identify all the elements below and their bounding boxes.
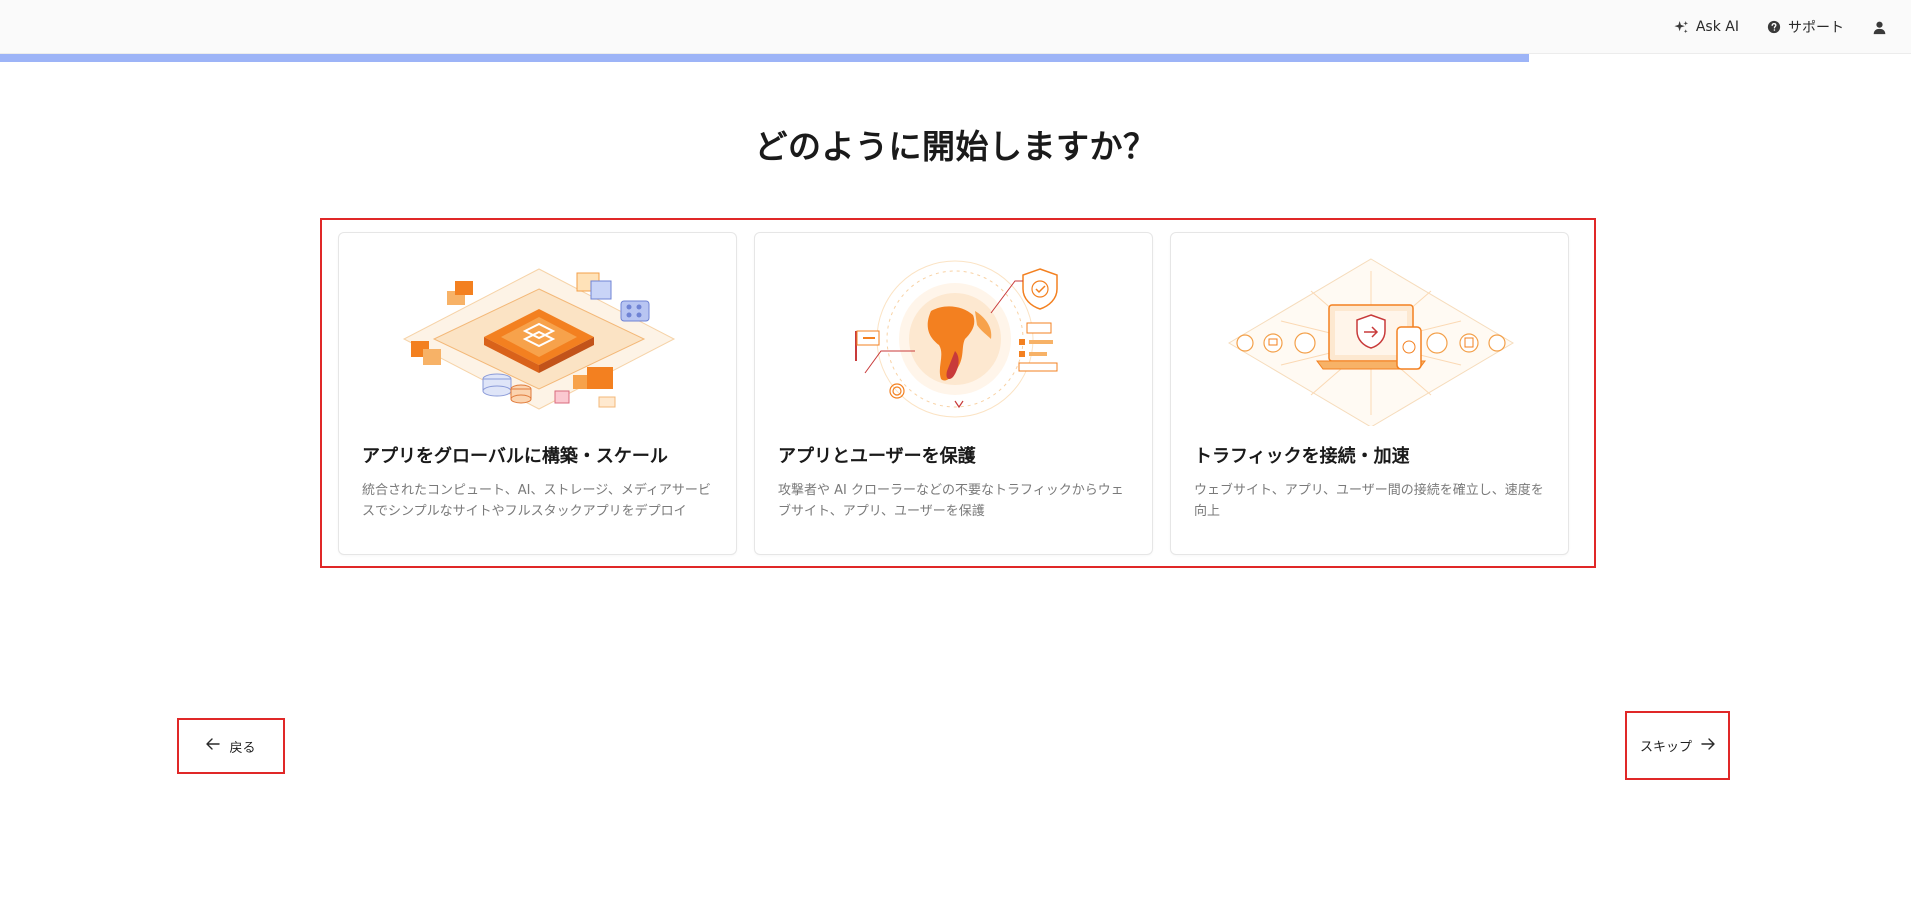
arrow-left-icon [206,738,221,754]
option-cards-region: アプリをグローバルに構築・スケール 統合されたコンピュート、AI、ストレージ、メ… [320,218,1596,568]
ask-ai-label: Ask AI [1695,19,1739,35]
header-actions: Ask AI サポート [1674,0,1887,54]
option-card-text: アプリとユーザーを保護 攻撃者や AI クローラーなどの不要なトラフィックからウ… [778,442,1132,522]
progress-bar [0,54,1911,62]
option-card-title: アプリをグローバルに構築・スケール [362,446,668,467]
progress-bar-fill [0,54,1529,62]
arrow-right-icon [1701,737,1715,754]
option-card-title: アプリとユーザーを保護 [778,446,976,467]
user-icon [1872,20,1887,35]
back-label: 戻る [229,740,256,756]
option-card-build-scale[interactable]: アプリをグローバルに構築・スケール 統合されたコンピュート、AI、ストレージ、メ… [338,232,737,555]
protect-illustration [805,251,1105,426]
option-card-title: トラフィックを接続・加速 [1194,446,1410,467]
connect-accelerate-illustration [1221,251,1521,428]
page-title: どのように開始しますか？ [754,127,1157,166]
support-label: サポート [1788,20,1844,36]
top-bar: Ask AI サポート [0,0,1911,54]
option-card-description: ウェブサイト、アプリ、ユーザー間の接続を確立し、速度を向上 [1194,483,1544,519]
skip-label: スキップ [1639,740,1692,755]
option-card-protect[interactable]: アプリとユーザーを保護 攻撃者や AI クローラーなどの不要なトラフィックからウ… [754,232,1153,555]
back-button[interactable]: 戻る [177,718,285,774]
option-card-connect-accelerate[interactable]: トラフィックを接続・加速 ウェブサイト、アプリ、ユーザー間の接続を確立し、速度を… [1170,232,1569,555]
skip-button[interactable]: スキップ [1625,711,1730,780]
build-scale-illustration [389,251,689,426]
option-card-text: アプリをグローバルに構築・スケール 統合されたコンピュート、AI、ストレージ、メ… [362,442,716,522]
ask-ai-button[interactable]: Ask AI [1674,19,1739,35]
option-cards: アプリをグローバルに構築・スケール 統合されたコンピュート、AI、ストレージ、メ… [338,232,1569,555]
question-circle-icon [1767,20,1781,34]
sparkle-icon [1674,20,1689,35]
account-button[interactable] [1872,20,1887,35]
option-card-text: トラフィックを接続・加速 ウェブサイト、アプリ、ユーザー間の接続を確立し、速度を… [1194,442,1548,522]
option-card-description: 攻撃者や AI クローラーなどの不要なトラフィックからウェブサイト、アプリ、ユー… [778,483,1124,519]
support-button[interactable]: サポート [1767,17,1844,37]
option-card-description: 統合されたコンピュート、AI、ストレージ、メディアサービスでシンプルなサイトやフ… [362,483,711,519]
